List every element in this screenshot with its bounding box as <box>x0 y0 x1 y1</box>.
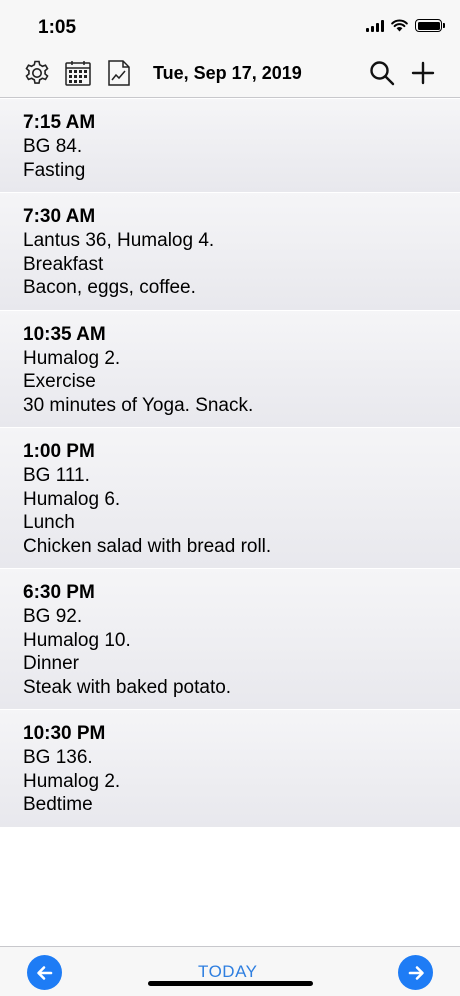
entry-line: Lantus 36, Humalog 4. <box>23 230 215 251</box>
entry-row[interactable]: 1:00 PM BG 111. Humalog 6. Lunch Chicken… <box>0 428 460 568</box>
entry-line: Steak with baked potato. <box>23 676 232 698</box>
date-title[interactable]: Tue, Sep 17, 2019 <box>153 63 302 84</box>
entry-time: 10:35 AM <box>23 323 106 345</box>
entry-line: BG 136. <box>23 747 93 768</box>
previous-day-button[interactable] <box>27 955 62 990</box>
plus-icon[interactable] <box>408 58 438 88</box>
cellular-signal-icon <box>366 19 384 32</box>
entry-row[interactable]: 7:30 AM Lantus 36, Humalog 4. Breakfast … <box>0 193 460 310</box>
entry-line: Exercise <box>23 371 96 392</box>
entry-line: Breakfast <box>23 253 104 275</box>
entry-time: 7:30 AM <box>23 206 96 227</box>
entry-row[interactable]: 7:15 AM BG 84. Fasting <box>0 99 460 192</box>
entry-row[interactable]: 10:35 AM Humalog 2. Exercise 30 minutes … <box>0 310 460 427</box>
entry-line: 30 minutes of Yoga. Snack. <box>23 394 254 416</box>
home-indicator <box>148 981 313 986</box>
wifi-icon <box>391 19 408 32</box>
chart-icon[interactable] <box>104 58 134 88</box>
entry-line: Fasting <box>23 159 86 181</box>
entry-line: Humalog 10. <box>23 629 131 651</box>
next-day-button[interactable] <box>398 955 433 990</box>
gear-icon[interactable] <box>22 58 52 88</box>
status-time: 1:05 <box>38 17 77 38</box>
arrow-left-icon <box>36 965 52 980</box>
entry-line: Chicken salad with bread roll. <box>23 535 272 557</box>
entry-list: 7:15 AM BG 84. Fasting 7:30 AM Lantus 36… <box>0 99 460 828</box>
entry-line: Humalog 2. <box>23 770 121 792</box>
search-icon[interactable] <box>367 58 397 88</box>
calendar-icon[interactable] <box>63 58 93 88</box>
entry-row[interactable]: 10:30 PM BG 136. Humalog 2. Bedtime <box>0 710 460 827</box>
entry-line: Humalog 2. <box>23 347 121 369</box>
entry-line: BG 111. <box>23 465 90 486</box>
entry-time: 10:30 PM <box>23 723 106 744</box>
entry-line: Dinner <box>23 653 79 674</box>
today-button[interactable]: TODAY <box>198 962 258 982</box>
entry-row[interactable]: 6:30 PM BG 92. Humalog 10. Dinner Steak … <box>0 569 460 709</box>
entry-time: 1:00 PM <box>23 441 95 462</box>
entry-time: 7:15 AM <box>23 112 96 133</box>
arrow-right-icon <box>408 965 424 980</box>
status-bar: 1:05 <box>0 0 460 50</box>
status-icons <box>366 19 445 32</box>
entry-line: BG 92. <box>23 606 83 627</box>
entry-line: BG 84. <box>23 136 83 157</box>
bottom-bar: TODAY <box>0 946 460 996</box>
entry-line: Bedtime <box>23 794 93 815</box>
battery-icon <box>415 19 445 32</box>
entry-line: Lunch <box>23 512 75 533</box>
toolbar: Tue, Sep 17, 2019 <box>0 50 460 98</box>
entry-time: 6:30 PM <box>23 582 95 603</box>
entry-line: Bacon, eggs, coffee. <box>23 277 196 298</box>
entry-line: Humalog 6. <box>23 488 121 510</box>
